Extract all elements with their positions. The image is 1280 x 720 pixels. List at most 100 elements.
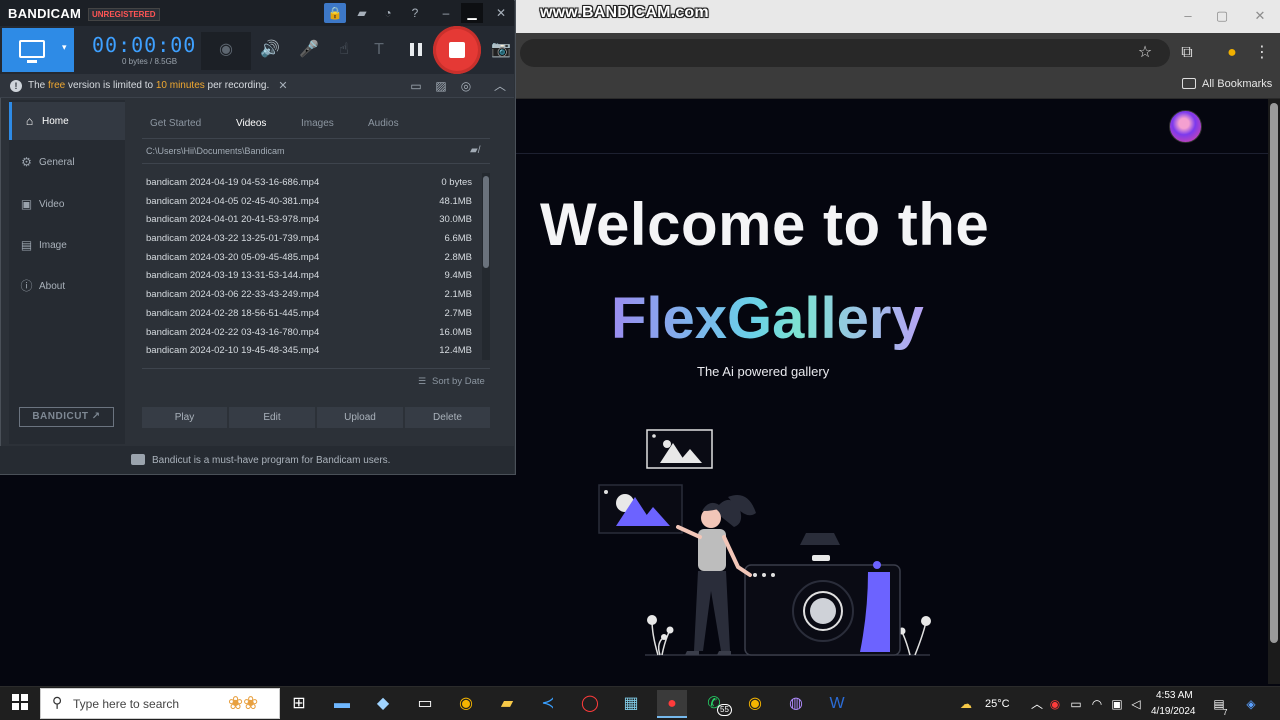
all-bookmarks-link[interactable]: All Bookmarks bbox=[1202, 78, 1272, 90]
file-list-item[interactable]: bandicam 2024-02-22 03-43-16-780.mp4 16.0… bbox=[142, 323, 478, 342]
close-icon[interactable]: ✕ bbox=[490, 3, 512, 23]
terminal-icon[interactable]: ▭ bbox=[410, 690, 440, 718]
unregistered-badge[interactable]: UNREGISTERED bbox=[88, 8, 160, 21]
audio-mode-icon[interactable]: ◎ bbox=[455, 76, 477, 96]
github-icon[interactable]: ◍ bbox=[781, 690, 811, 718]
help-icon[interactable]: ? bbox=[404, 3, 426, 23]
delete-button[interactable]: Delete bbox=[405, 407, 490, 428]
bandicam-tray-icon[interactable]: ◉ bbox=[1047, 696, 1063, 712]
weather-icon[interactable]: ☁ bbox=[958, 696, 974, 712]
display-icon[interactable]: ▣ bbox=[1109, 696, 1125, 712]
weather-temperature[interactable]: 25°C bbox=[985, 698, 1010, 710]
speaker-icon[interactable]: 🔊 bbox=[257, 38, 283, 62]
file-list-scroll-thumb[interactable] bbox=[483, 176, 489, 268]
pause-bar-right bbox=[418, 43, 422, 56]
browser-minimize-button[interactable]: – bbox=[1176, 6, 1200, 26]
open-folder-icon[interactable]: ▰/ bbox=[470, 145, 486, 157]
tab-images[interactable]: Images bbox=[301, 118, 334, 129]
sort-by-date-button[interactable]: Sort by Date bbox=[432, 376, 485, 387]
tab-get-started[interactable]: Get Started bbox=[150, 118, 201, 129]
chrome-profile-icon[interactable]: ◉ bbox=[740, 690, 770, 718]
folder-icon[interactable]: ▰ bbox=[351, 3, 373, 23]
page-scroll-thumb[interactable] bbox=[1270, 103, 1278, 643]
user-avatar[interactable] bbox=[1169, 110, 1202, 143]
bandicam-taskbar-icon[interactable]: ● bbox=[657, 690, 687, 718]
file-list-item[interactable]: bandicam 2024-03-06 22-33-43-249.mp4 2.1M… bbox=[142, 285, 478, 304]
microphone-off-icon[interactable]: 🎤 bbox=[296, 38, 322, 62]
file-list: bandicam 2024-04-19 04-53-16-686.mp4 0 by… bbox=[142, 173, 478, 360]
windows-start-button[interactable] bbox=[12, 694, 28, 710]
sidebar-item-image[interactable]: ▤ Image bbox=[9, 226, 125, 264]
collapse-icon[interactable]: ︿ bbox=[489, 76, 511, 96]
browser-menu-icon[interactable]: ⋮ bbox=[1250, 41, 1274, 65]
chrome-icon[interactable]: ◉ bbox=[451, 690, 481, 718]
sidebar-item-general[interactable]: ⚙ General bbox=[9, 143, 125, 181]
image-mode-icon[interactable]: ▨ bbox=[430, 76, 452, 96]
edit-button[interactable]: Edit bbox=[229, 407, 315, 428]
file-list-item[interactable]: bandicam 2024-04-05 02-45-40-381.mp4 48.1… bbox=[142, 192, 478, 211]
file-name: bandicam 2024-02-28 18-56-51-445.mp4 bbox=[146, 307, 320, 319]
lock-icon[interactable]: 🔒 bbox=[324, 3, 346, 23]
upload-button[interactable]: Upload bbox=[317, 407, 403, 428]
calculator-icon[interactable]: ▦ bbox=[616, 690, 646, 718]
task-view-icon[interactable]: ⊞ bbox=[284, 690, 314, 718]
file-name: bandicam 2024-04-05 02-45-40-381.mp4 bbox=[146, 195, 320, 207]
screen-mode-button[interactable]: ▾ bbox=[2, 28, 74, 72]
clock-icon[interactable]: ◔ bbox=[377, 3, 399, 23]
video-mode-icon[interactable]: ▭ bbox=[405, 76, 427, 96]
file-name: bandicam 2024-03-06 22-33-43-249.mp4 bbox=[146, 289, 320, 301]
play-button[interactable]: Play bbox=[142, 407, 227, 428]
file-list-item[interactable]: bandicam 2024-04-01 20-41-53-978.mp4 30.0… bbox=[142, 210, 478, 229]
sidebar-item-home[interactable]: ⌂ Home bbox=[9, 102, 125, 140]
address-bar[interactable] bbox=[520, 39, 1170, 67]
file-explorer-icon[interactable]: ▰ bbox=[492, 690, 522, 718]
file-list-item[interactable]: bandicam 2024-02-28 18-56-51-445.mp4 2.7M… bbox=[142, 304, 478, 323]
file-list-item[interactable]: bandicam 2024-03-19 13-31-53-144.mp4 9.4M… bbox=[142, 266, 478, 285]
extensions-icon[interactable]: ⧉ bbox=[1175, 41, 1199, 65]
volume-muted-icon[interactable]: ◁ bbox=[1128, 696, 1144, 712]
file-name: bandicam 2024-03-22 13-25-01-739.mp4 bbox=[146, 233, 320, 245]
taskbar-clock-time[interactable]: 4:53 AM bbox=[1156, 690, 1193, 701]
file-list-item[interactable]: bandicam 2024-04-19 04-53-16-686.mp4 0 by… bbox=[142, 173, 478, 192]
minimize-to-tray-icon[interactable]: ▁ bbox=[461, 3, 483, 23]
sidebar-item-label: General bbox=[39, 157, 75, 168]
chevron-down-icon[interactable]: ▾ bbox=[62, 42, 67, 53]
taskbar-app-icon[interactable]: ▬ bbox=[327, 690, 357, 718]
browser-close-button[interactable]: ✕ bbox=[1248, 6, 1272, 26]
tab-audios[interactable]: Audios bbox=[368, 118, 399, 129]
camera-screenshot-icon[interactable]: 📷 bbox=[488, 38, 514, 62]
bandicut-button[interactable]: BANDICUT ↗ bbox=[19, 407, 114, 427]
battery-icon[interactable]: ▭ bbox=[1068, 696, 1084, 712]
pause-bar-left bbox=[410, 43, 414, 56]
opera-icon[interactable]: ◯ bbox=[575, 690, 605, 718]
notice-close-icon[interactable]: ✕ bbox=[272, 76, 294, 96]
sidebar-item-label: Home bbox=[42, 116, 69, 127]
webcam-off-icon[interactable]: ◉ bbox=[213, 38, 239, 62]
show-hidden-icons-icon[interactable]: ︿ bbox=[1029, 696, 1045, 712]
file-list-item[interactable]: bandicam 2024-02-10 19-45-48-345.mp4 12.4… bbox=[142, 341, 478, 360]
taskbar-clock-date[interactable]: 4/19/2024 bbox=[1151, 706, 1196, 717]
sidebar-item-about[interactable]: ⓘ About bbox=[9, 267, 125, 305]
tab-videos[interactable]: Videos bbox=[236, 118, 266, 129]
free-version-notice: The free version is limited to 10 minute… bbox=[28, 80, 270, 91]
vscode-icon[interactable]: ≺ bbox=[533, 690, 563, 718]
cursor-effect-icon[interactable]: ☝ bbox=[331, 38, 357, 62]
sidebar-item-video[interactable]: ▣ Video bbox=[9, 185, 125, 223]
copilot-icon[interactable]: ◈ bbox=[1243, 696, 1259, 712]
bandicut-promo[interactable]: Bandicut is a must-have program for Band… bbox=[152, 455, 390, 466]
file-list-item[interactable]: bandicam 2024-03-22 13-25-01-739.mp4 6.6M… bbox=[142, 229, 478, 248]
stop-record-button[interactable] bbox=[433, 26, 481, 74]
text-overlay-icon[interactable]: T bbox=[366, 38, 392, 62]
taskbar-search-input[interactable]: Type here to search bbox=[73, 697, 179, 711]
minimize-icon[interactable]: – bbox=[435, 3, 457, 23]
plant-right-icon bbox=[901, 621, 927, 656]
wifi-icon[interactable]: ◠ bbox=[1089, 696, 1105, 712]
browser-maximize-button[interactable]: ▢ bbox=[1210, 6, 1234, 26]
profile-icon[interactable]: ● bbox=[1220, 41, 1244, 65]
pause-button[interactable] bbox=[403, 38, 429, 62]
file-list-item[interactable]: bandicam 2024-03-20 05-09-45-485.mp4 2.8M… bbox=[142, 248, 478, 267]
bookmark-star-icon[interactable]: ☆ bbox=[1133, 41, 1157, 65]
sidebar-item-label: Video bbox=[39, 199, 65, 210]
word-icon[interactable]: W bbox=[822, 690, 852, 718]
taskbar-app-icon[interactable]: ◆ bbox=[368, 690, 398, 718]
